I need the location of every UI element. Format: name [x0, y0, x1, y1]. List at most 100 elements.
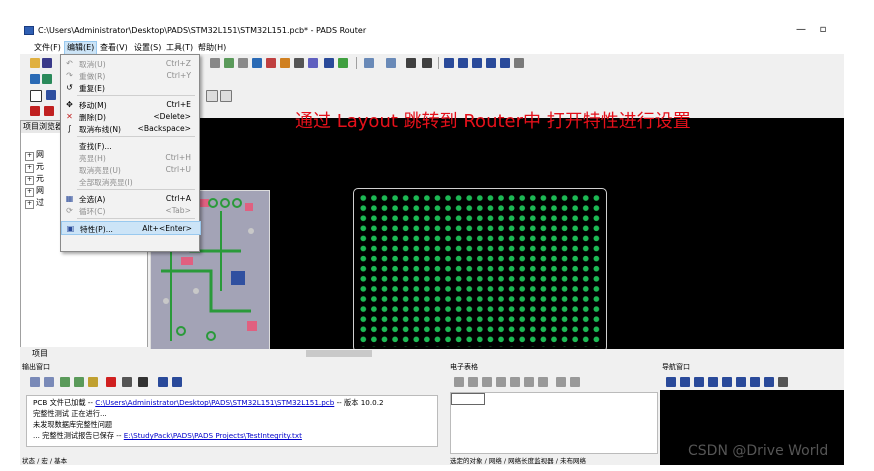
view-icon[interactable] [472, 58, 482, 68]
tool-icon[interactable] [324, 58, 334, 68]
spreadsheet-grid[interactable] [450, 392, 658, 454]
view-icon[interactable] [486, 58, 496, 68]
menu-item-unroute[interactable]: ∫ 取消布线(N) <Backspace> [61, 122, 199, 134]
tree-item[interactable]: + 元 [25, 173, 44, 185]
tool-icon[interactable] [172, 377, 182, 387]
tree-item[interactable]: + 元 [25, 161, 44, 173]
menu-item-cycle[interactable]: ⟳ 循环(C) <Tab> [61, 204, 199, 216]
tool-icon[interactable] [74, 377, 84, 387]
menu-item-undo[interactable]: ↶ 取消(U) Ctrl+Z [61, 57, 199, 69]
log-link[interactable]: C:\Users\Administrator\Desktop\PADS\STM3… [95, 398, 334, 407]
redo-icon[interactable] [386, 58, 396, 68]
tool-icon[interactable] [266, 58, 276, 68]
menu-edit[interactable]: 编辑(E) [64, 41, 98, 55]
edit-menu-dropdown: ↶ 取消(U) Ctrl+Z ↷ 重做(R) Ctrl+Y ↺ 重复(E) ✥ 移动… [60, 54, 201, 252]
tool-icon[interactable] [46, 90, 56, 100]
menu-item-properties[interactable]: ▣ 特性(P)... Alt+<Enter> [61, 221, 201, 235]
tree-item[interactable]: + 过 [25, 197, 44, 209]
tool-icon[interactable] [338, 58, 348, 68]
tool-icon[interactable] [524, 377, 534, 387]
select-arrow-icon[interactable] [30, 90, 42, 102]
tool-icon[interactable] [220, 90, 232, 102]
log-link[interactable]: E:\StudyPack\PADS\PADS Projects\TestInte… [124, 431, 302, 440]
tool-icon[interactable] [60, 377, 70, 387]
back-icon[interactable] [30, 377, 40, 387]
view-icon[interactable] [458, 58, 468, 68]
tool-icon[interactable] [778, 377, 788, 387]
drc-icon[interactable] [44, 106, 54, 116]
drc-icon[interactable] [30, 106, 40, 116]
tool-icon[interactable] [736, 377, 746, 387]
menu-tools[interactable]: 工具(T) [164, 42, 195, 53]
tool-icon[interactable] [750, 377, 760, 387]
forward-icon[interactable] [44, 377, 54, 387]
menu-item-highlight[interactable]: 亮显(H) Ctrl+H [61, 151, 199, 163]
tool-icon[interactable] [556, 377, 566, 387]
menu-item-redo[interactable]: ↷ 重做(R) Ctrl+Y [61, 69, 199, 81]
tool-icon[interactable] [570, 377, 580, 387]
tool-icon[interactable] [496, 377, 506, 387]
menu-item-unhighlight[interactable]: 取消亮显(U) Ctrl+U [61, 163, 199, 175]
layer-icon[interactable] [42, 74, 52, 84]
tool-icon[interactable] [538, 377, 548, 387]
open-icon[interactable] [30, 58, 40, 68]
app-icon [24, 26, 34, 35]
tool-icon[interactable] [308, 58, 318, 68]
print-icon[interactable] [122, 377, 132, 387]
tab-project[interactable]: 项目 [20, 347, 148, 358]
tool-icon[interactable] [280, 58, 290, 68]
horizontal-scrollbar[interactable] [150, 349, 844, 359]
tree-item[interactable]: + 网 [25, 149, 44, 161]
undo-icon[interactable] [364, 58, 374, 68]
tool-icon[interactable] [454, 377, 464, 387]
spreadsheet-tabs[interactable]: 选定的对象 / 网络 / 网络长度监视器 / 未布网络 [450, 455, 586, 465]
tool-icon[interactable] [708, 377, 718, 387]
tool-icon[interactable] [764, 377, 774, 387]
tool-icon[interactable] [238, 58, 248, 68]
view-icon[interactable] [514, 58, 524, 68]
menu-help[interactable]: 帮助(H) [196, 42, 228, 53]
tool-icon[interactable] [210, 58, 220, 68]
navigator-toolbar [660, 374, 844, 390]
find-icon[interactable] [138, 377, 148, 387]
navigator-title: 导航窗口 [660, 362, 844, 371]
output-tabs[interactable]: 状态 / 宏 / 基本 [22, 455, 67, 465]
menu-view[interactable]: 查看(V) [98, 42, 130, 53]
tool-icon[interactable] [694, 377, 704, 387]
menu-file[interactable]: 文件(F) [32, 42, 63, 53]
menu-item-unhighlight-all[interactable]: 全部取消亮显(I) [61, 175, 199, 187]
scrollbar-thumb[interactable] [306, 350, 372, 357]
tool-icon[interactable] [224, 58, 234, 68]
tool-icon[interactable] [206, 90, 218, 102]
menu-item-delete[interactable]: ✕ 删除(D) <Delete> [61, 110, 199, 122]
tool-icon[interactable] [158, 377, 168, 387]
menu-item-find[interactable]: 查找(F)... [61, 139, 199, 151]
zoom-icon[interactable] [422, 58, 432, 68]
menu-setup[interactable]: 设置(S) [132, 42, 163, 53]
log-line: 完整性测试 正在进行... [33, 409, 107, 418]
tool-icon[interactable] [510, 377, 520, 387]
output-log: PCB 文件已加载 -- C:\Users\Administrator\Desk… [26, 395, 438, 447]
pcb-board-bga [353, 188, 607, 351]
tool-icon[interactable] [666, 377, 676, 387]
menu-item-repeat[interactable]: ↺ 重复(E) [61, 81, 199, 93]
refresh-icon[interactable] [406, 58, 416, 68]
tool-icon[interactable] [294, 58, 304, 68]
view-icon[interactable] [444, 58, 454, 68]
save-icon[interactable] [42, 58, 52, 68]
home-icon[interactable] [88, 377, 98, 387]
tool-icon[interactable] [482, 377, 492, 387]
view-icon[interactable] [500, 58, 510, 68]
tree-item[interactable]: + 网 [25, 185, 44, 197]
menu-item-move[interactable]: ✥ 移动(M) Ctrl+E [61, 98, 199, 110]
menu-item-select-all[interactable]: ▦ 全选(A) Ctrl+A [61, 192, 199, 204]
layer-icon[interactable] [30, 74, 40, 84]
close-icon[interactable] [106, 377, 116, 387]
tool-icon[interactable] [722, 377, 732, 387]
route-icon[interactable] [252, 58, 262, 68]
pcb-canvas[interactable] [150, 118, 844, 351]
minimize-button[interactable]: — [794, 24, 808, 35]
tool-icon[interactable] [468, 377, 478, 387]
restore-button[interactable]: ▫ [816, 24, 830, 35]
tool-icon[interactable] [680, 377, 690, 387]
